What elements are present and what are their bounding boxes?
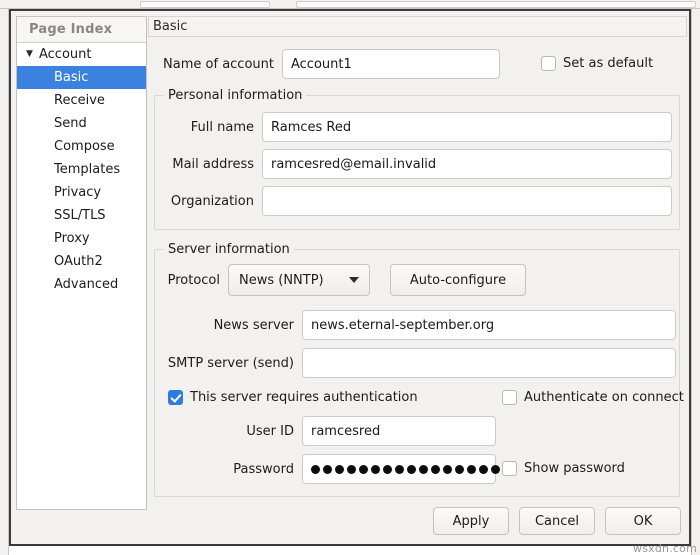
user-id-label: User ID xyxy=(246,423,294,439)
smtp-server-input[interactable] xyxy=(302,348,676,378)
auto-configure-button[interactable]: Auto-configure xyxy=(390,264,526,296)
personal-information-group: Personal information Full name Ramces Re… xyxy=(154,88,680,230)
sidebar-item-ssl-tls[interactable]: SSL/TLS xyxy=(17,204,146,227)
sidebar-item-label: Compose xyxy=(54,139,115,154)
sidebar-group-label: Account xyxy=(39,47,92,62)
sidebar-item-label: SSL/TLS xyxy=(54,208,106,223)
apply-button[interactable]: Apply xyxy=(433,507,509,535)
chevron-down-icon xyxy=(349,277,359,283)
show-password-label: Show password xyxy=(524,461,625,476)
checkbox-checked-icon xyxy=(168,390,183,405)
sidebar-item-label: OAuth2 xyxy=(54,254,103,269)
organization-label: Organization xyxy=(170,193,254,209)
full-name-label: Full name xyxy=(190,119,254,135)
cancel-button[interactable]: Cancel xyxy=(519,507,595,535)
smtp-server-label: SMTP server (send) xyxy=(167,355,294,371)
protocol-dropdown[interactable]: News (NNTP) xyxy=(228,264,370,296)
organization-input[interactable] xyxy=(262,186,672,216)
sidebar-item-templates[interactable]: Templates xyxy=(17,158,146,181)
mail-address-input[interactable]: ramcesred@email.invalid xyxy=(262,149,672,179)
sidebar-item-label: Templates xyxy=(54,162,121,177)
page-index-sidebar: Page Index ▼ Account Basic Receive Send … xyxy=(16,16,147,510)
expand-triangle-icon: ▼ xyxy=(26,49,33,59)
protocol-label: Protocol xyxy=(167,272,220,288)
checkbox-box-icon xyxy=(502,390,517,405)
sidebar-item-label: Proxy xyxy=(54,231,90,246)
set-as-default-label: Set as default xyxy=(563,56,654,71)
sidebar-item-privacy[interactable]: Privacy xyxy=(17,181,146,204)
sidebar-item-send[interactable]: Send xyxy=(17,112,146,135)
account-name-input[interactable]: Account1 xyxy=(282,49,500,79)
protocol-selected-value: News (NNTP) xyxy=(239,272,324,288)
show-password-checkbox[interactable]: Show password xyxy=(502,461,625,476)
authenticate-on-connect-checkbox[interactable]: Authenticate on connect xyxy=(502,390,684,405)
page-index-header: Page Index xyxy=(17,17,146,43)
watermark: wsxdn.com xyxy=(633,542,697,555)
news-server-label: News server xyxy=(213,317,294,333)
password-label: Password xyxy=(233,461,294,477)
sidebar-item-label: Privacy xyxy=(54,185,102,200)
user-id-input[interactable]: ramcesred xyxy=(302,416,496,446)
sidebar-item-label: Send xyxy=(54,116,87,131)
basic-settings-page: Basic Name of account Account1 Set as de… xyxy=(148,16,687,510)
background-window-right-strip xyxy=(691,9,700,555)
news-server-input[interactable]: news.eternal-september.org xyxy=(302,310,676,340)
requires-authentication-checkbox[interactable]: This server requires authentication xyxy=(168,390,418,405)
mail-address-label: Mail address xyxy=(172,156,254,172)
checkbox-box-icon xyxy=(541,56,556,71)
set-as-default-checkbox[interactable]: Set as default xyxy=(541,56,653,71)
background-window-left-strip xyxy=(0,9,9,555)
page-title: Basic xyxy=(148,16,687,37)
account-preferences-dialog: Page Index ▼ Account Basic Receive Send … xyxy=(9,9,691,546)
password-input[interactable] xyxy=(302,454,500,484)
sidebar-item-proxy[interactable]: Proxy xyxy=(17,227,146,250)
sidebar-item-receive[interactable]: Receive xyxy=(17,89,146,112)
server-information-group: Server information Protocol News (NNTP) … xyxy=(154,242,684,497)
page-title-label: Basic xyxy=(153,19,188,34)
dialog-button-bar: Apply Cancel OK xyxy=(11,502,693,540)
sidebar-item-label: Basic xyxy=(54,70,89,85)
sidebar-item-basic[interactable]: Basic xyxy=(17,66,146,89)
authenticate-on-connect-label: Authenticate on connect xyxy=(524,390,684,405)
requires-authentication-label: This server requires authentication xyxy=(190,390,418,405)
server-information-legend: Server information xyxy=(164,242,294,257)
sidebar-item-compose[interactable]: Compose xyxy=(17,135,146,158)
full-name-input[interactable]: Ramces Red xyxy=(262,112,672,142)
sidebar-item-label: Receive xyxy=(54,93,105,108)
ok-button[interactable]: OK xyxy=(605,507,681,535)
sidebar-group-account[interactable]: ▼ Account xyxy=(17,43,146,66)
sidebar-item-label: Advanced xyxy=(54,277,119,292)
password-masked-value xyxy=(309,464,500,474)
account-name-label: Name of account xyxy=(163,56,274,72)
checkbox-box-icon xyxy=(502,461,517,476)
sidebar-item-oauth2[interactable]: OAuth2 xyxy=(17,250,146,273)
sidebar-item-advanced[interactable]: Advanced xyxy=(17,273,146,296)
background-window-top-strip xyxy=(0,0,700,9)
personal-information-legend: Personal information xyxy=(164,88,307,103)
